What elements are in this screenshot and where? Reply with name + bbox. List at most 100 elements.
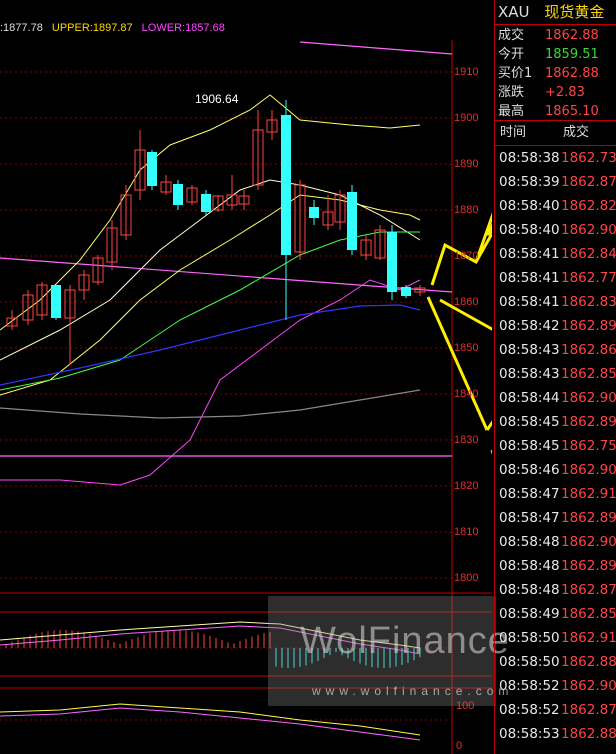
price-axis-label: 1880 [454,204,479,216]
lower-axis-0: 0 [456,740,463,752]
tick-time: 08:58:50 [499,654,560,670]
tick-row: 08:58:40 1862.90 [495,218,616,242]
tick-time: 08:58:44 [499,390,560,406]
tick-price: 1862.89 [561,318,616,334]
price-axis-label: 1830 [454,434,479,446]
tick-price: 1862.85 [561,606,616,622]
tick-time: 08:58:46 [499,462,560,478]
tick-price: 1862.85 [561,366,616,382]
tick-time: 08:58:43 [499,366,560,382]
tick-row: 08:58:41 1862.84 [495,242,616,266]
price-axis-label: 1860 [454,296,479,308]
tick-time: 08:58:39 [499,174,560,190]
tick-time: 08:58:48 [499,558,560,574]
tick-row: 08:58:43 1862.86 [495,338,616,362]
price-axis-label: 1910 [454,66,479,78]
tick-price: 1862.87 [561,582,616,598]
quote-list: 成交 1862.88 今开 1859.51 买价1 1862.88 涨跌 +2.83 最高 186… [495,25,616,120]
tick-time: 08:58:41 [499,246,560,262]
tick-row: 08:58:45 1862.75 [495,434,616,458]
tick-price: 1862.90 [561,534,616,550]
watermark-brand: WolFinance [300,620,510,662]
price-axis-label: 1890 [454,158,479,170]
price-axis-label: 1840 [454,388,479,400]
tick-row: 08:58:53 1862.88 [495,722,616,746]
candle-body [281,115,291,255]
tick-price: 1862.89 [561,510,616,526]
tick-row: 08:58:40 1862.82 [495,194,616,218]
tick-row: 08:58:46 1862.90 [495,458,616,482]
tick-row: 08:58:52 1862.87 [495,698,616,722]
tick-time: 08:58:49 [499,606,560,622]
symbol-header: XAU 现货黄金 [495,0,616,25]
price-axis-label: 1870 [454,250,479,262]
tick-time: 08:58:40 [499,198,560,214]
tick-price: 1862.87 [561,702,616,718]
tick-row: 08:58:43 1862.85 [495,362,616,386]
tape-header-price: 成交 [563,125,590,140]
quote-value: +2.83 [545,85,585,100]
tick-price: 1862.83 [561,294,616,310]
tick-time: 08:58:48 [499,534,560,550]
candlestick-chart[interactable]: :1877.78 UPPER:1897.87 LOWER:1857.68 190… [0,0,509,754]
candle-body [51,285,61,318]
tick-price: 1862.75 [561,438,616,454]
tick-row: 08:58:42 1862.89 [495,314,616,338]
tick-price: 1862.73 [561,150,616,166]
candle-body [387,232,397,292]
candle-body [347,192,357,250]
tick-price: 1862.77 [561,270,616,286]
watermark-url: www.wolfinance.com [312,684,514,698]
tape-header: 时间 成交 [495,120,616,146]
tick-time: 08:58:50 [499,630,560,646]
tick-row: 08:58:49 1862.85 [495,602,616,626]
price-axis-label: 1820 [454,480,479,492]
tick-list[interactable]: 08:58:38 1862.73 08:58:39 1862.87 08:58:40 18… [495,146,616,746]
candle-body [309,207,319,218]
tick-price: 1862.90 [561,462,616,478]
quote-value: 1865.10 [545,104,599,119]
tick-row: 08:58:39 1862.87 [495,170,616,194]
tick-time: 08:58:41 [499,270,560,286]
quote-label: 成交 [498,28,525,43]
tick-price: 1862.89 [561,414,616,430]
tick-row: 08:58:41 1862.77 [495,266,616,290]
tick-price: 1862.87 [561,174,616,190]
tick-row: 08:58:44 1862.90 [495,386,616,410]
tick-time: 08:58:43 [499,342,560,358]
tick-price: 1862.90 [561,222,616,238]
tick-row: 08:58:48 1862.90 [495,530,616,554]
tick-row: 08:58:38 1862.73 [495,146,616,170]
tick-time: 08:58:45 [499,414,560,430]
tick-row: 08:58:45 1862.89 [495,410,616,434]
tick-time: 08:58:47 [499,510,560,526]
tick-time: 08:58:42 [499,318,560,334]
high-annotation: 1906.64 [195,92,239,106]
tick-row: 08:58:47 1862.89 [495,506,616,530]
tick-time: 08:58:53 [499,726,560,742]
tick-price: 1862.82 [561,198,616,214]
tick-price: 1862.86 [561,342,616,358]
quote-label: 今开 [498,47,525,62]
tick-time: 08:58:48 [499,582,560,598]
tick-time: 08:58:45 [499,438,560,454]
tick-time: 08:58:41 [499,294,560,310]
price-axis-label: 1850 [454,342,479,354]
tick-time: 08:58:40 [499,222,560,238]
symbol-name: 现货黄金 [544,3,605,21]
quote-label: 涨跌 [498,85,525,100]
tick-price: 1862.91 [561,630,616,646]
quote-row: 最高 1865.10 [495,102,616,121]
tick-price: 1862.89 [561,558,616,574]
symbol-code: XAU [498,3,530,21]
tick-price: 1862.90 [561,678,616,694]
price-axis-label: 1810 [454,526,479,538]
tick-time: 08:58:52 [499,678,560,694]
tick-time: 08:58:38 [499,150,560,166]
tick-row: 08:58:41 1862.83 [495,290,616,314]
tick-row: 08:58:50 1862.91 [495,626,616,650]
tick-time: 08:58:52 [499,702,560,718]
quote-value: 1862.88 [545,28,599,43]
quote-row: 今开 1859.51 [495,45,616,64]
candle-body [401,287,411,296]
